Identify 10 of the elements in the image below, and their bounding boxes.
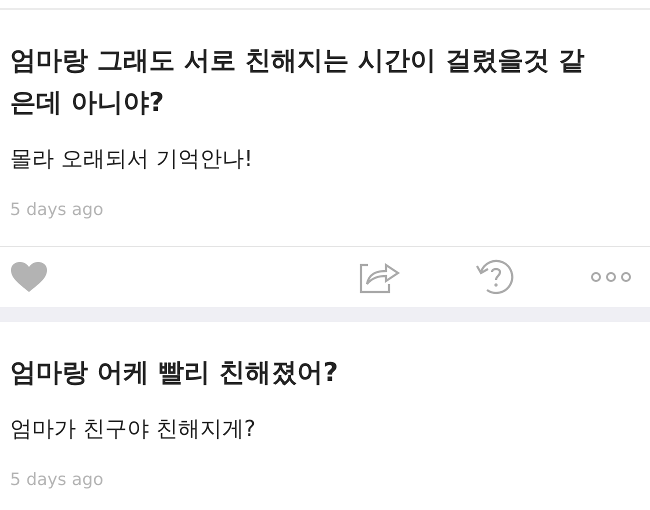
heart-icon[interactable] (10, 261, 48, 293)
question-text: 엄마랑 그래도 서로 친해지는 시간이 걸렸을것 같은데 아니야? (10, 45, 585, 120)
question-history-icon[interactable] (475, 258, 515, 296)
timestamp: 5 days ago (10, 470, 104, 490)
question-text: 엄마랑 어케 빨리 친해졌어? (10, 357, 340, 390)
answer-text: 엄마가 친구야 친해지게? (10, 416, 257, 444)
share-icon[interactable] (358, 260, 400, 294)
more-icon[interactable] (590, 271, 632, 283)
timestamp: 5 days ago (10, 200, 104, 220)
answer-text: 몰라 오래되서 기억안나! (10, 146, 254, 174)
